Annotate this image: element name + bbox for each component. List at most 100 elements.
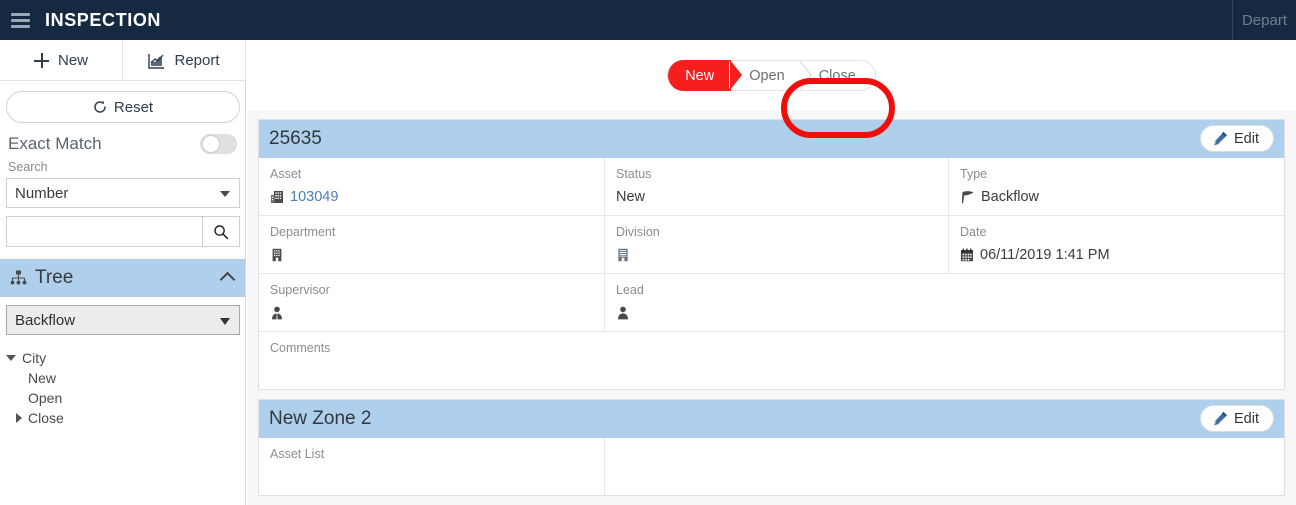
sidebar: New Report Reset Exact Match Search Numb… bbox=[0, 40, 246, 505]
field-value: 06/11/2019 1:41 PM bbox=[980, 246, 1110, 263]
card-list: 25635 Edit Asset 103049 Status New Type … bbox=[247, 111, 1296, 496]
tree-node-label: Open bbox=[28, 390, 63, 406]
field-lead: Lead bbox=[604, 274, 1284, 331]
topbar-department-link[interactable]: Depart bbox=[1233, 12, 1296, 29]
building-alt-icon bbox=[616, 248, 630, 262]
chevron-up-icon[interactable] bbox=[219, 271, 236, 288]
page-title: INSPECTION bbox=[45, 9, 162, 30]
field-label: Status bbox=[616, 167, 652, 181]
field-value-wrap: 06/11/2019 1:41 PM bbox=[960, 245, 1274, 264]
search-field-select[interactable]: Number bbox=[6, 178, 240, 208]
building-icon bbox=[270, 190, 284, 204]
field-value-wrap[interactable] bbox=[270, 467, 594, 486]
reset-button[interactable]: Reset bbox=[6, 91, 240, 123]
field-row: Asset 103049 Status New Type Backflow bbox=[259, 158, 1284, 215]
field-asset: Asset 103049 bbox=[259, 158, 604, 215]
field-label: Asset List bbox=[270, 447, 325, 461]
step-new[interactable]: New bbox=[668, 60, 743, 91]
exact-match-toggle[interactable] bbox=[200, 134, 237, 154]
tree-node-city[interactable]: City bbox=[6, 348, 245, 368]
topbar-right-group: Depart bbox=[1231, 0, 1296, 40]
field-label: Asset bbox=[270, 167, 302, 181]
twisty-right-icon[interactable] bbox=[16, 413, 22, 423]
field-label: Comments bbox=[270, 341, 331, 355]
field-value-wrap bbox=[616, 245, 938, 264]
tree-node-open[interactable]: Open bbox=[6, 388, 245, 408]
card-body: Asset 103049 Status New Type Backflow De… bbox=[259, 158, 1284, 389]
magnifier-icon bbox=[213, 224, 229, 240]
chevron-down-icon bbox=[220, 318, 230, 325]
chart-report-icon bbox=[148, 53, 165, 69]
status-stepper: New Open Close bbox=[667, 60, 876, 91]
card-body: Asset List bbox=[259, 438, 1284, 495]
new-button[interactable]: New bbox=[0, 40, 123, 81]
tree-node-new[interactable]: New bbox=[6, 368, 245, 388]
main-content: New Open Close 25635 Edit Asset 103049 S… bbox=[247, 40, 1296, 505]
field-value-wrap[interactable] bbox=[270, 361, 1274, 380]
field-date: Date 06/11/2019 1:41 PM bbox=[948, 216, 1284, 273]
search-button[interactable] bbox=[202, 217, 239, 246]
twisty-down-icon[interactable] bbox=[6, 355, 16, 361]
person-tie-icon bbox=[270, 306, 284, 320]
field-label: Lead bbox=[616, 283, 644, 297]
field-value-wrap: New bbox=[616, 187, 938, 206]
step-label: Open bbox=[749, 67, 785, 84]
edit-button[interactable]: Edit bbox=[1200, 125, 1274, 152]
reset-section: Reset bbox=[0, 81, 245, 123]
plus-icon bbox=[33, 53, 49, 68]
field-value: 103049 bbox=[290, 188, 339, 205]
field-row: Department Division Date 06/11/2019 1:41… bbox=[259, 215, 1284, 273]
zone-card: New Zone 2 Edit Asset List bbox=[258, 399, 1285, 496]
step-label: Close bbox=[818, 67, 856, 84]
calendar-icon bbox=[960, 248, 974, 262]
tree-node-label: New bbox=[28, 370, 57, 386]
edit-button-label: Edit bbox=[1234, 130, 1259, 147]
status-stepper-bar: New Open Close bbox=[247, 40, 1296, 138]
field-department: Department bbox=[259, 216, 604, 273]
new-button-label: New bbox=[57, 52, 88, 69]
sidebar-toolbar: New Report bbox=[0, 40, 246, 81]
refresh-icon bbox=[93, 100, 107, 114]
field-status: Status New bbox=[604, 158, 948, 215]
hamburger-icon[interactable] bbox=[11, 12, 30, 28]
search-section-label: Search bbox=[8, 160, 48, 174]
search-input[interactable] bbox=[7, 217, 202, 246]
pencil-icon bbox=[1213, 411, 1228, 426]
tree-node-list: City New Open Close bbox=[0, 348, 245, 428]
field-value-wrap bbox=[270, 303, 594, 322]
field-supervisor: Supervisor bbox=[259, 274, 604, 331]
step-close[interactable]: Close bbox=[798, 60, 875, 91]
card-title: New Zone 2 bbox=[269, 408, 372, 429]
field-division: Division bbox=[604, 216, 948, 273]
card-header: 25635 Edit bbox=[259, 120, 1284, 158]
report-button-label: Report bbox=[174, 52, 220, 69]
field-type: Type Backflow bbox=[948, 158, 1284, 215]
step-separator bbox=[798, 60, 812, 90]
tree-node-label: Close bbox=[28, 410, 64, 426]
tree-panel-header[interactable]: Tree bbox=[0, 259, 245, 297]
field-label: Supervisor bbox=[270, 283, 330, 297]
card-header: New Zone 2 Edit bbox=[259, 400, 1284, 438]
field-asset-list: Asset List bbox=[259, 438, 604, 495]
field-label: Type bbox=[960, 167, 988, 181]
card-title: 25635 bbox=[269, 128, 322, 149]
person-icon bbox=[616, 306, 630, 320]
tree-type-select-value: Backflow bbox=[15, 311, 76, 329]
field-value: Backflow bbox=[981, 188, 1040, 205]
field-row: Comments bbox=[259, 331, 1284, 389]
report-button[interactable]: Report bbox=[123, 40, 246, 81]
tree-node-close[interactable]: Close bbox=[6, 408, 245, 428]
exact-match-row: Exact Match bbox=[0, 134, 245, 154]
field-value-wrap[interactable]: 103049 bbox=[270, 187, 594, 206]
exact-match-label: Exact Match bbox=[8, 134, 102, 153]
field-row: Asset List bbox=[259, 438, 1284, 495]
edit-button[interactable]: Edit bbox=[1200, 405, 1274, 432]
sitemap-icon bbox=[10, 270, 27, 286]
field-label: Department bbox=[270, 225, 336, 239]
field-value: New bbox=[616, 188, 646, 205]
inspection-card: 25635 Edit Asset 103049 Status New Type … bbox=[258, 119, 1285, 390]
search-field-select-value: Number bbox=[15, 184, 69, 202]
step-label: New bbox=[685, 67, 715, 84]
tree-type-select[interactable]: Backflow bbox=[6, 305, 240, 335]
field-empty bbox=[604, 438, 1284, 495]
